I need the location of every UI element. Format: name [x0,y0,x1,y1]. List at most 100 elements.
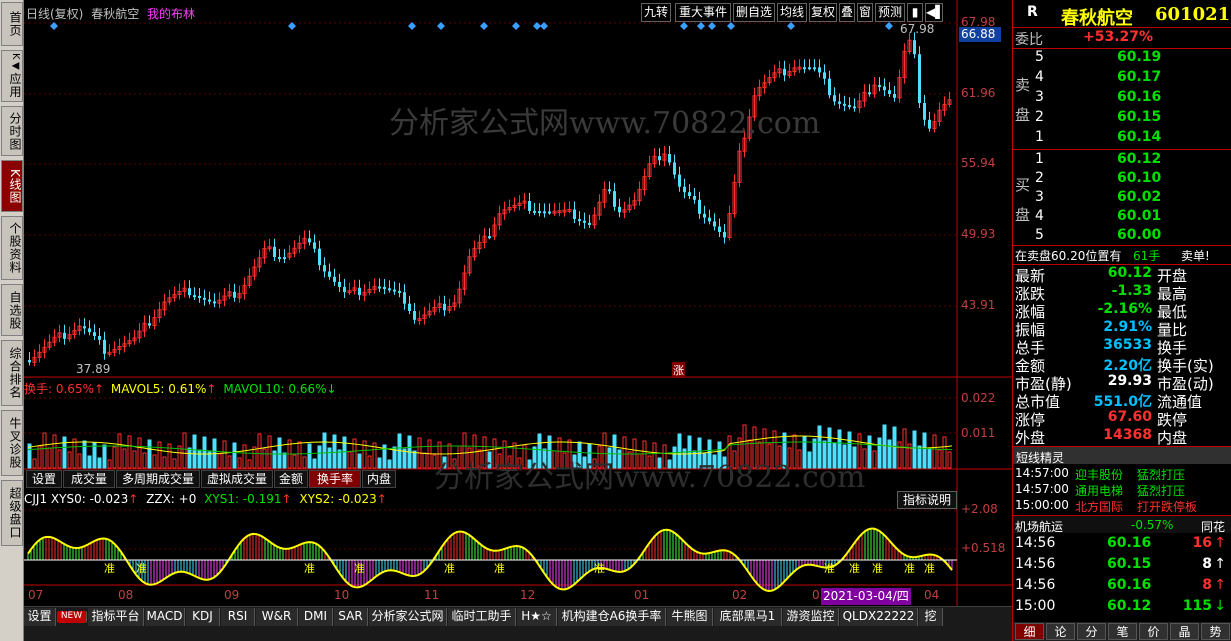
nav-timeshare[interactable]: 分时图 [1,106,23,156]
nav-diagnosis[interactable]: 牛叉诊股 [1,410,23,476]
bottom-tab[interactable]: SAR [334,608,368,626]
sector-row[interactable]: 机场航运 -0.57% 同花 [1013,515,1231,534]
volume-bar [912,430,917,469]
nav-apps-icon: K◀ [10,53,21,73]
mid-tab[interactable]: 设置 [26,470,62,488]
cursor-date: 2021-03-04/四 [821,588,911,605]
sell-level[interactable]: 1 60.14 [1013,129,1231,149]
candle-down [543,211,546,214]
buy-level[interactable]: 3 60.02 [1013,189,1231,209]
candle-down [913,40,916,55]
candle-down [718,226,721,232]
nav-home[interactable]: 首页 [1,2,23,46]
zhun-label: 准 [354,562,365,575]
buy-level[interactable]: 5 60.00 [1013,227,1231,247]
bottom-tab[interactable]: W&R [256,608,298,626]
mid-tab[interactable]: 金额 [274,470,308,488]
spirit-stock: 北方国际 [1075,500,1124,514]
bottom-tab[interactable]: 游资监控 [783,608,839,626]
level-price: 60.00 [1117,227,1162,243]
event-marker-icon [885,22,893,30]
stat-row: 总手 36533 换手 [1013,337,1231,357]
bottom-tab[interactable]: 牛熊图 [667,608,713,626]
level-number: 2 [1035,109,1044,125]
chart-canvas[interactable]: 准准准准准准准准准准准准 [24,0,1012,606]
bottom-tab[interactable]: 设置 [24,608,56,626]
quote-tab[interactable]: 势 [1201,623,1230,640]
candle-down [673,162,676,175]
nav-ranking[interactable]: 综合排名 [1,340,23,406]
vol-label-1: 0.022 [961,391,996,405]
volume-bar [127,435,132,469]
candle-down [28,360,31,363]
candle-down [443,303,446,311]
quote-tab[interactable]: 论 [1046,623,1075,640]
spirit-list: 14:57:00 迎丰股份 猛烈打压 14:57:00 通用电梯 猛烈打压 15:00:00… [1013,466,1231,514]
volume-bar [387,459,392,469]
mid-tab[interactable]: 换手率 [309,470,361,488]
volume-bar [187,447,192,469]
quote-tab[interactable]: 分 [1077,623,1106,640]
tick-qty: 16 [1192,535,1212,551]
bottom-tab[interactable]: 分析家公式网 [369,608,447,626]
sell-level[interactable]: 2 60.15 [1013,109,1231,129]
volume-bar [872,450,877,469]
candle-down [413,311,416,320]
nav-stock-info[interactable]: 个股资料 [1,216,23,280]
bottom-tab[interactable]: MACD [145,608,185,626]
volume-bar [242,444,247,469]
candle-down [683,186,686,193]
price-label-5: 43.91 [961,298,996,312]
spirit-item[interactable]: 14:57:00 迎丰股份 猛烈打压 [1013,466,1231,482]
sell-level[interactable]: 5 60.19 [1013,49,1231,69]
bottom-tab[interactable]: RSI [221,608,255,626]
nav-kline[interactable]: K线图 [1,160,23,212]
bottom-tab[interactable]: 底部黑马1 [714,608,782,626]
buy-level[interactable]: 1 60.12 [1013,151,1231,171]
sell-level[interactable]: 4 60.17 [1013,69,1231,89]
nav-apps[interactable]: K◀应用 [1,50,23,102]
spirit-item[interactable]: 14:57:00 通用电梯 猛烈打压 [1013,482,1231,498]
volume-bar [352,438,357,469]
quote-tab[interactable]: 价 [1139,623,1168,640]
mid-tab[interactable]: 成交量 [63,470,115,488]
spirit-header[interactable]: 短线精灵 [1013,446,1231,465]
buy-level[interactable]: 4 60.01 [1013,208,1231,228]
quote-tab[interactable]: 细 [1015,623,1044,640]
bottom-tab[interactable]: 机构建仓A6换手率 [558,608,666,626]
buy-level[interactable]: 2 60.10 [1013,170,1231,190]
bottom-tab[interactable]: 指标平台 [88,608,144,626]
volume-bar [932,434,937,469]
spirit-time: 14:57:00 [1015,482,1069,496]
mid-tab[interactable]: 内盘 [362,470,396,488]
tick-row: 15:00 60.12 115 ↓ [1013,598,1231,619]
bottom-tab[interactable]: KDJ [186,608,220,626]
bottom-tab[interactable]: H★☆ [517,608,557,626]
event-marker-icon [540,22,548,30]
volume-bar [887,439,892,469]
candle-down [318,248,321,266]
mid-tab[interactable]: 虚拟成交量 [201,470,273,488]
volume-bar [67,451,72,469]
tick-row: 14:56 60.16 8 ↑ [1013,577,1231,598]
candle-down [93,332,96,336]
volume-bar [327,447,332,469]
mid-tab[interactable]: 多周期成交量 [116,470,200,488]
candle-down [203,297,206,300]
volume-bar [107,459,112,469]
nav-watchlist[interactable]: 自选股 [1,284,23,336]
candle-down [678,174,681,187]
spirit-item[interactable]: 15:00:00 北方国际 打开跌停板 [1013,498,1231,514]
candle-down [403,292,406,304]
bottom-tab[interactable]: 挖 [919,608,943,626]
volume-bar [227,455,232,469]
nav-super-board[interactable]: 超级盘口 [1,480,23,546]
bottom-tab[interactable]: 临时工助手 [448,608,516,626]
bottom-tab[interactable]: QLDX22222 [840,608,918,626]
quote-tab[interactable]: 晶 [1170,623,1199,640]
sell-level[interactable]: 3 60.16 [1013,89,1231,109]
quote-tab[interactable]: 笔 [1108,623,1137,640]
indicator-explain-button[interactable]: 指标说明 [897,491,957,509]
bottom-tab[interactable]: DMI [299,608,333,626]
tick-price: 60.12 [1107,598,1152,614]
